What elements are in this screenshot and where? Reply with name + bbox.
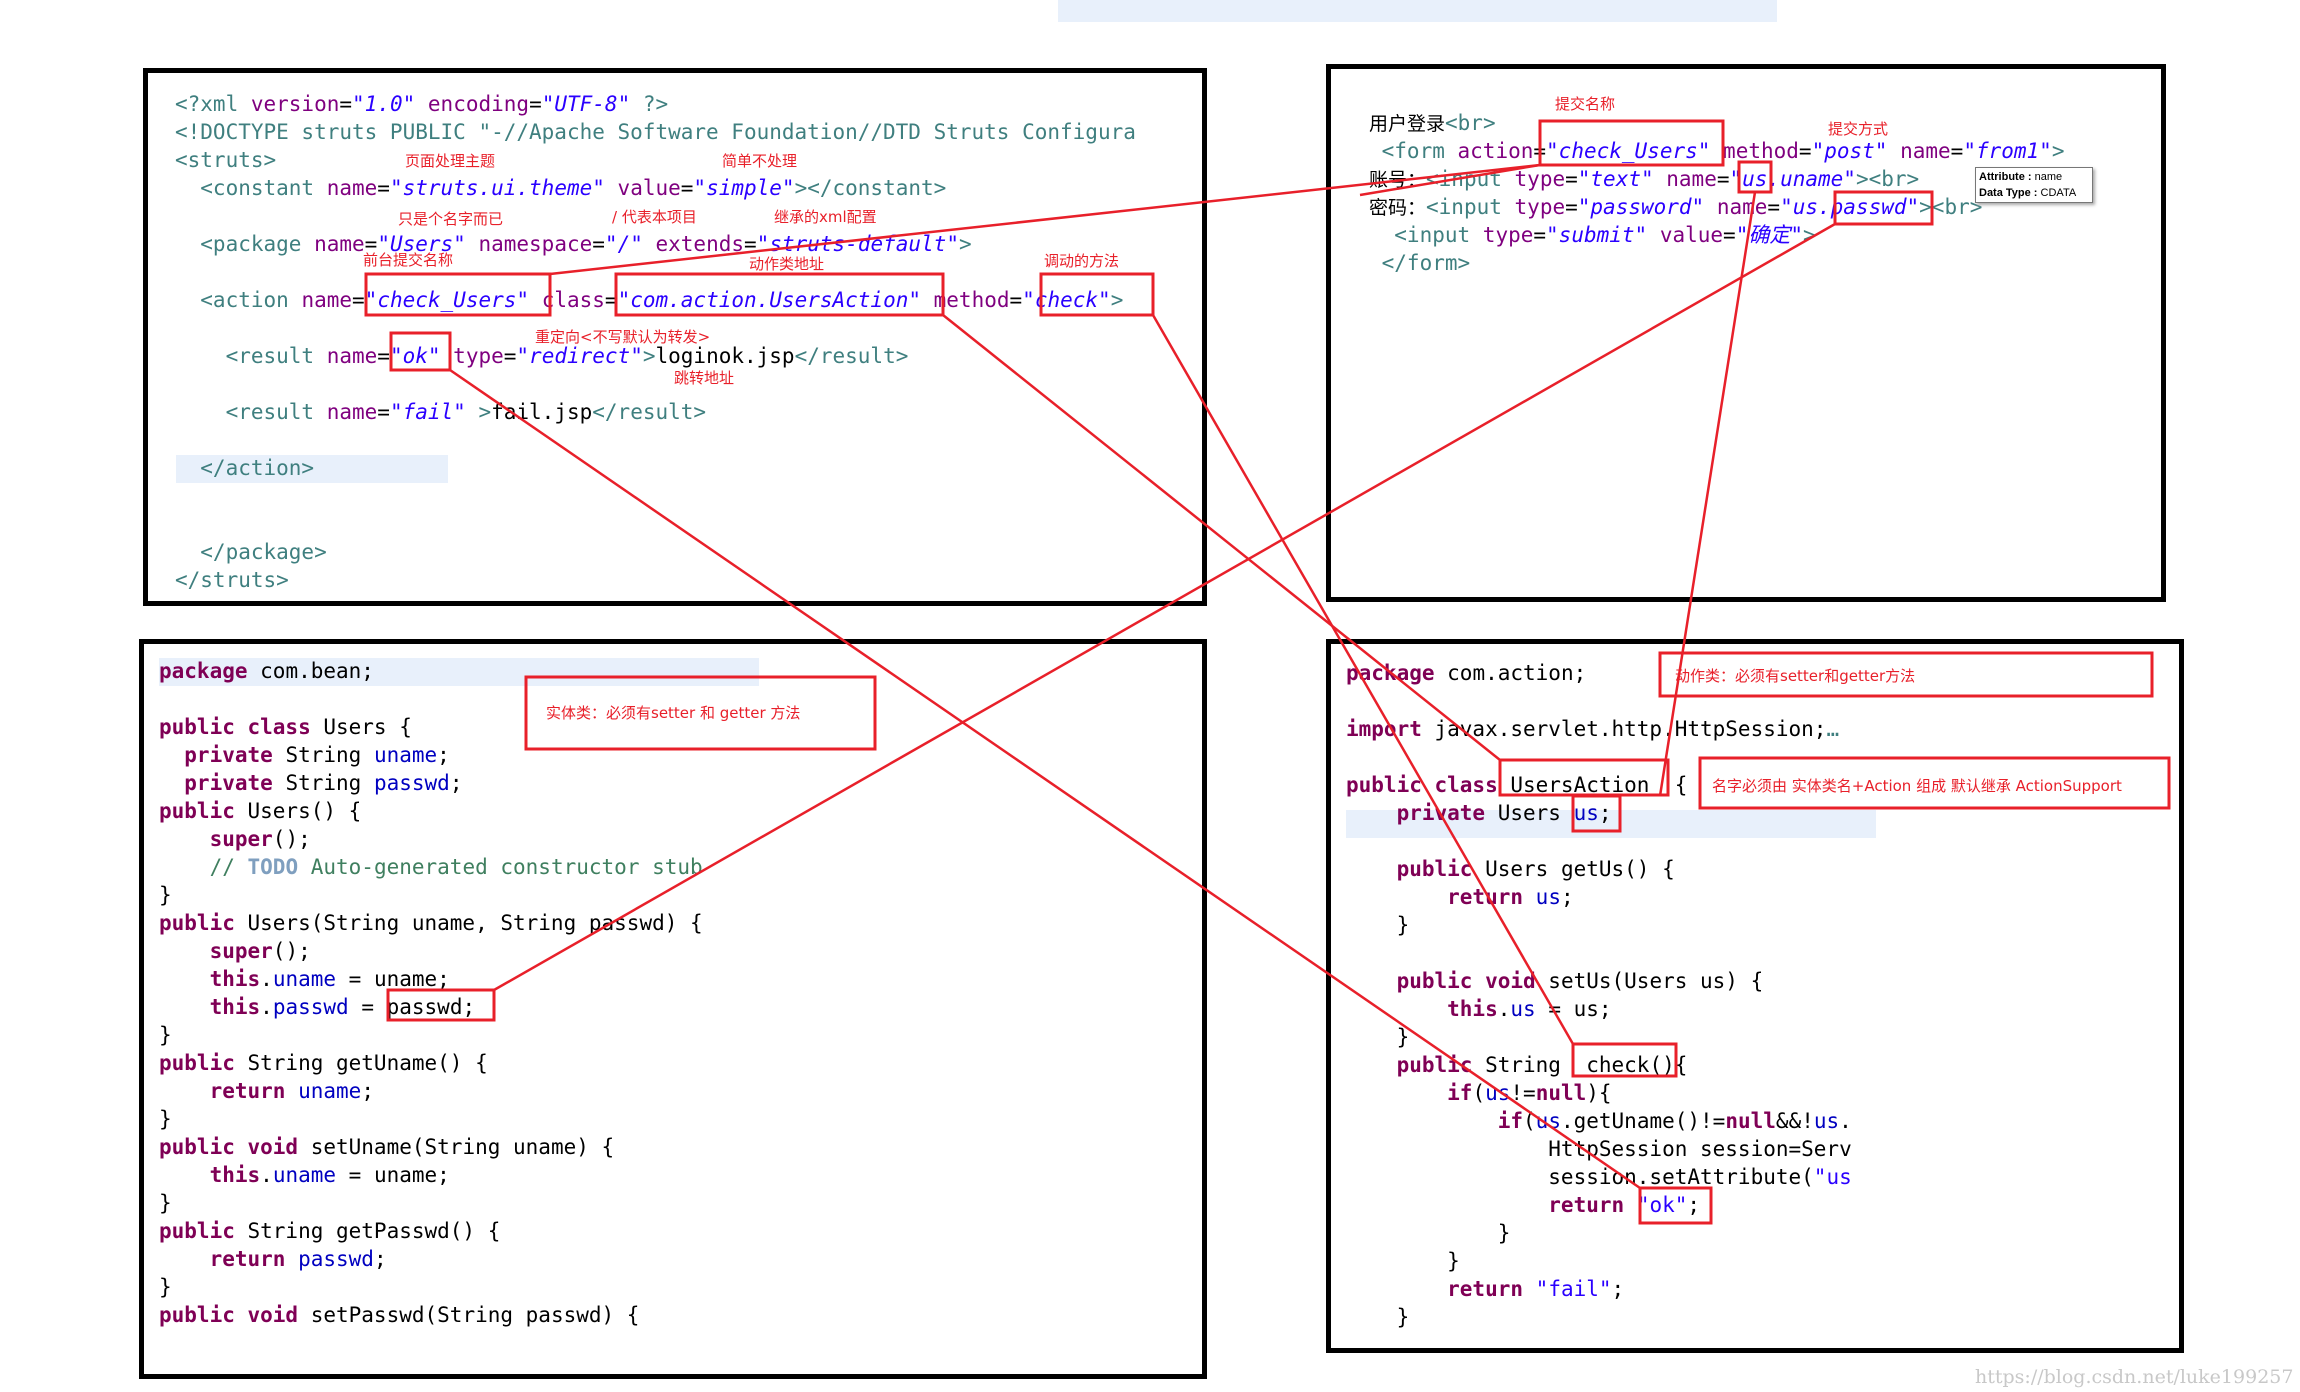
box-action-class bbox=[614, 272, 945, 317]
box-result-ok bbox=[389, 331, 452, 372]
annotation-overlay bbox=[364, 119, 2171, 1225]
watermark: https://blog.csdn.net/luke199257 bbox=[1975, 1366, 2294, 1388]
link-result-ok-to-return bbox=[449, 368, 1641, 1190]
link-method-to-check bbox=[1151, 314, 1575, 1045]
box-check-method bbox=[1571, 1042, 1678, 1078]
box-action-name bbox=[364, 272, 552, 317]
box-action-note bbox=[1658, 651, 2154, 698]
link-action-name-to-form bbox=[549, 163, 1541, 276]
box-bean-passwd bbox=[386, 988, 496, 1022]
box-action-method bbox=[1039, 272, 1155, 317]
box-usersaction bbox=[1498, 758, 1670, 797]
box-naming-note bbox=[1698, 756, 2171, 810]
box-form-us bbox=[1737, 160, 1773, 194]
box-return-ok bbox=[1638, 1186, 1713, 1225]
box-field-us bbox=[1571, 794, 1622, 833]
link-form-passwd-to-bean bbox=[493, 222, 1836, 992]
box-form-passwd bbox=[1833, 190, 1934, 226]
link-form-us-to-field bbox=[1658, 191, 1757, 797]
link-class-to-usersaction bbox=[942, 314, 1501, 761]
link-form-start bbox=[1359, 163, 1541, 197]
box-entity-note bbox=[524, 675, 877, 751]
box-form-action bbox=[1538, 119, 1725, 167]
